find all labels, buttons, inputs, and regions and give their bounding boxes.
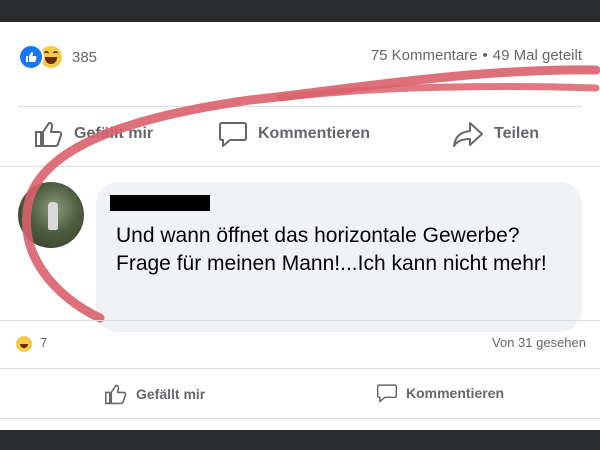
comment-bubble: Bea Maier Und wann öffnet das horizontal… — [96, 182, 582, 332]
comment-label: Kommentieren — [258, 125, 371, 142]
separator-dot: • — [482, 47, 488, 64]
reactions-summary[interactable]: 385 — [18, 44, 97, 70]
divider — [0, 320, 600, 321]
comment-button[interactable]: Kommentieren — [218, 120, 370, 148]
divider — [0, 166, 600, 167]
like-button[interactable]: Gefällt mir — [34, 120, 153, 148]
post-action-bar: Gefällt mir Kommentieren Teilen — [0, 110, 600, 158]
share-button[interactable]: Teilen — [452, 120, 539, 148]
reaction-count: 385 — [72, 48, 98, 66]
seen-by-count[interactable]: Von 31 gesehen — [492, 335, 586, 350]
share-label: Teilen — [494, 125, 540, 142]
share-count-link[interactable]: 49 Mal geteilt — [493, 47, 582, 64]
share-icon — [453, 122, 483, 147]
comment-count-link[interactable]: 75 Kommentare — [371, 47, 478, 64]
comment-text: Und wann öffnet das horizontale Gewerbe?… — [116, 224, 547, 275]
haha-reaction-icon — [16, 336, 32, 352]
like-label: Gefällt mir — [136, 386, 206, 402]
comment-label: Kommentieren — [406, 385, 505, 401]
post-stats-row: 385 75 Kommentare • 49 Mal geteilt — [0, 22, 600, 90]
commenter-avatar[interactable] — [18, 182, 84, 248]
comment-reaction-count[interactable]: 7 — [40, 335, 47, 350]
comment-icon — [377, 384, 397, 403]
like-button[interactable]: Gefällt mir — [104, 383, 205, 405]
divider — [18, 106, 582, 107]
post-engagement: 75 Kommentare • 49 Mal geteilt — [371, 47, 582, 64]
comment-button[interactable]: Kommentieren — [376, 383, 504, 403]
divider — [0, 418, 600, 419]
thumbs-up-icon — [105, 384, 127, 405]
redaction-bar — [110, 195, 210, 211]
comment-icon — [219, 122, 247, 147]
like-reaction-icon — [18, 44, 44, 70]
divider — [0, 368, 600, 369]
thumbs-up-icon — [35, 122, 63, 147]
facebook-post-screenshot: 385 75 Kommentare • 49 Mal geteilt Gefällt… — [0, 22, 600, 430]
like-label: Gefällt mir — [74, 125, 154, 142]
